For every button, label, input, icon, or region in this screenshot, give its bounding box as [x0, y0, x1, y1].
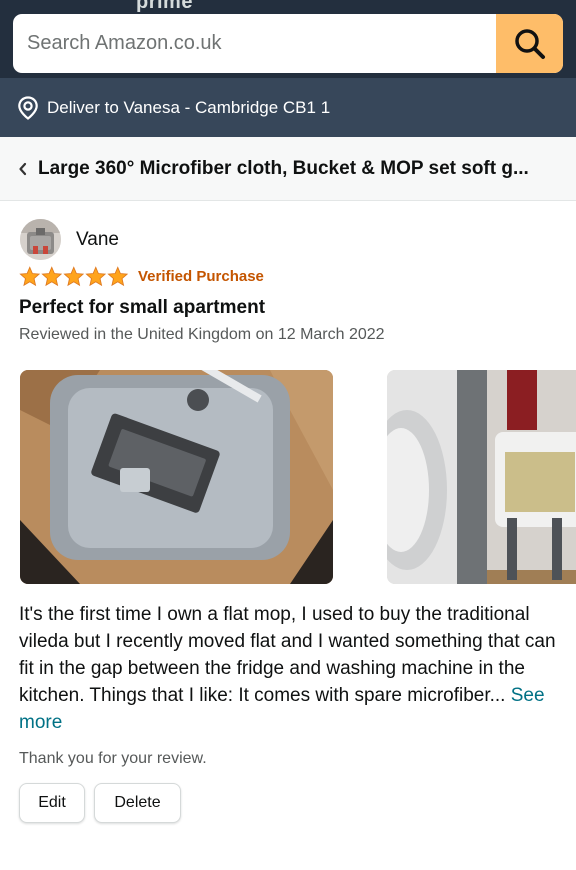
- review-body: It's the first time I own a flat mop, I …: [19, 601, 564, 736]
- review-body-text: It's the first time I own a flat mop, I …: [19, 604, 556, 706]
- star-icon: [63, 266, 85, 287]
- deliver-to-text: Deliver to Vanesa - Cambridge CB1 1: [47, 97, 331, 117]
- review-actions: Edit Delete: [19, 783, 181, 823]
- reviewer-name: Vane: [76, 228, 119, 250]
- avatar: [20, 219, 61, 260]
- product-title[interactable]: Large 360° Microfiber cloth, Bucket & MO…: [38, 158, 529, 180]
- star-rating: [19, 266, 129, 287]
- location-pin-icon: [17, 95, 39, 120]
- review-photo[interactable]: [20, 370, 333, 584]
- review-title: Perfect for small apartment: [19, 297, 266, 318]
- star-icon: [85, 266, 107, 287]
- chevron-left-icon[interactable]: [18, 162, 28, 176]
- search-button[interactable]: [496, 14, 563, 73]
- review-photos: [20, 370, 576, 584]
- search-bar: [13, 14, 563, 73]
- thank-you-text: Thank you for your review.: [19, 750, 207, 767]
- star-icon: [41, 266, 63, 287]
- top-header: prime: [0, 0, 576, 78]
- rating-row: Verified Purchase: [19, 266, 264, 287]
- search-icon: [514, 28, 545, 59]
- star-icon: [19, 266, 41, 287]
- prime-logo-text: prime: [136, 0, 193, 13]
- edit-button[interactable]: Edit: [19, 783, 85, 823]
- review-photo[interactable]: [387, 370, 576, 584]
- star-icon: [107, 266, 129, 287]
- search-input[interactable]: [13, 14, 496, 73]
- verified-purchase-badge: Verified Purchase: [138, 268, 264, 285]
- product-title-row[interactable]: Large 360° Microfiber cloth, Bucket & MO…: [0, 137, 576, 201]
- reviewer: Vane: [20, 219, 119, 260]
- review-meta: Reviewed in the United Kingdom on 12 Mar…: [19, 326, 385, 343]
- delete-button[interactable]: Delete: [94, 783, 181, 823]
- deliver-to-bar[interactable]: Deliver to Vanesa - Cambridge CB1 1: [0, 78, 576, 137]
